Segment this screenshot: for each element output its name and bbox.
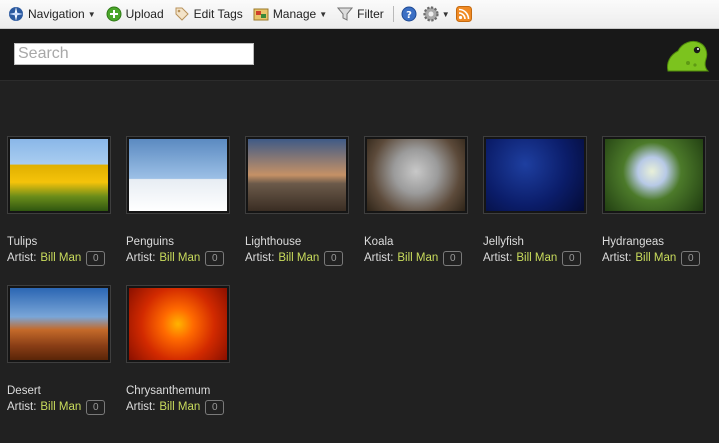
artist-label: Artist: — [245, 252, 275, 264]
photo-gallery: Tulips Artist: Bill Man 0 Penguins Artist: Bil… — [0, 81, 719, 443]
photo-meta: Artist: Bill Man 0 — [602, 250, 714, 266]
artist-label: Artist: — [126, 252, 156, 264]
photo-meta: Artist: Bill Man 0 — [7, 399, 119, 415]
artist-link[interactable]: Bill Man — [40, 250, 81, 266]
svg-text:?: ? — [406, 10, 412, 21]
photo-card[interactable]: Chrysanthemum Artist: Bill Man 0 — [126, 285, 238, 415]
upload-label: Upload — [125, 7, 164, 21]
photo-thumbnail[interactable] — [364, 136, 468, 214]
photo-title[interactable]: Hydrangeas — [602, 235, 714, 249]
add-icon — [106, 6, 122, 22]
photo-card[interactable]: Koala Artist: Bill Man 0 — [364, 136, 476, 266]
photo-meta: Artist: Bill Man 0 — [364, 250, 476, 266]
filter-label: Filter — [357, 7, 384, 21]
hydrangeas-photo — [605, 139, 703, 211]
photo-title[interactable]: Desert — [7, 384, 119, 398]
artist-label: Artist: — [483, 252, 513, 264]
toolbar-divider — [392, 6, 394, 22]
rss-icon — [455, 6, 472, 22]
artist-label: Artist: — [602, 252, 632, 264]
edit-tags-label: Edit Tags — [193, 7, 243, 21]
artist-label: Artist: — [7, 252, 37, 264]
photo-title[interactable]: Penguins — [126, 235, 238, 249]
jellyfish-photo — [486, 139, 584, 211]
help-icon: ? — [401, 6, 417, 22]
artist-label: Artist: — [7, 401, 37, 413]
photo-title[interactable]: Lighthouse — [245, 235, 357, 249]
photo-title[interactable]: Koala — [364, 235, 476, 249]
desert-photo — [10, 288, 108, 360]
app-logo[interactable] — [662, 37, 710, 75]
lighthouse-photo — [248, 139, 346, 211]
gear-icon — [423, 6, 439, 22]
artist-link[interactable]: Bill Man — [635, 250, 676, 266]
chrysanthemum-photo — [129, 288, 227, 360]
artist-label: Artist: — [364, 252, 394, 264]
photo-card[interactable]: Desert Artist: Bill Man 0 — [7, 285, 119, 415]
edit-tags-button[interactable]: Edit Tags — [169, 0, 248, 28]
photo-thumbnail[interactable] — [245, 136, 349, 214]
artist-link[interactable]: Bill Man — [278, 250, 319, 266]
photos-icon — [253, 6, 269, 22]
artist-label: Artist: — [126, 401, 156, 413]
photo-card[interactable]: Jellyfish Artist: Bill Man 0 — [483, 136, 595, 266]
navigation-menu[interactable]: Navigation ▼ — [3, 0, 101, 28]
tulips-photo — [10, 139, 108, 211]
funnel-icon — [337, 6, 354, 22]
photo-meta: Artist: Bill Man 0 — [7, 250, 119, 266]
search-input[interactable] — [14, 43, 254, 65]
filter-button[interactable]: Filter — [332, 0, 389, 28]
chevron-down-icon: ▼ — [441, 9, 450, 19]
artist-link[interactable]: Bill Man — [516, 250, 557, 266]
photo-thumbnail[interactable] — [7, 285, 111, 363]
photo-title[interactable]: Chrysanthemum — [126, 384, 238, 398]
upload-button[interactable]: Upload — [101, 0, 169, 28]
photo-title[interactable]: Jellyfish — [483, 235, 595, 249]
photo-thumbnail[interactable] — [126, 136, 230, 214]
compass-icon — [8, 6, 24, 22]
manage-label: Manage — [272, 7, 317, 21]
photo-thumbnail[interactable] — [483, 136, 587, 214]
comment-count-badge: 0 — [681, 250, 701, 266]
comment-count-badge: 0 — [205, 250, 225, 266]
photo-card[interactable]: Penguins Artist: Bill Man 0 — [126, 136, 238, 266]
comment-count-badge: 0 — [324, 250, 344, 266]
photo-meta: Artist: Bill Man 0 — [126, 399, 238, 415]
navigation-label: Navigation — [28, 7, 85, 21]
chevron-down-icon: ▼ — [87, 9, 96, 19]
help-button[interactable]: ? — [398, 0, 420, 28]
artist-link[interactable]: Bill Man — [397, 250, 438, 266]
photo-card[interactable]: Tulips Artist: Bill Man 0 — [7, 136, 119, 266]
photo-card[interactable]: Lighthouse Artist: Bill Man 0 — [245, 136, 357, 266]
photo-card[interactable]: Hydrangeas Artist: Bill Man 0 — [602, 136, 714, 266]
comment-count-badge: 0 — [443, 250, 463, 266]
comment-count-badge: 0 — [562, 250, 582, 266]
artist-link[interactable]: Bill Man — [159, 399, 200, 415]
photo-meta: Artist: Bill Man 0 — [126, 250, 238, 266]
comment-count-badge: 0 — [86, 399, 106, 415]
chevron-down-icon: ▼ — [319, 9, 328, 19]
artist-link[interactable]: Bill Man — [159, 250, 200, 266]
photo-title[interactable]: Tulips — [7, 235, 119, 249]
comment-count-badge: 0 — [86, 250, 106, 266]
photo-thumbnail[interactable] — [7, 136, 111, 214]
photo-thumbnail[interactable] — [602, 136, 706, 214]
comment-count-badge: 0 — [205, 399, 225, 415]
photo-meta: Artist: Bill Man 0 — [245, 250, 357, 266]
artist-link[interactable]: Bill Man — [40, 399, 81, 415]
manage-menu[interactable]: Manage ▼ — [248, 0, 332, 28]
photo-thumbnail[interactable] — [126, 285, 230, 363]
penguins-photo — [129, 139, 227, 211]
tag-icon — [174, 6, 190, 22]
settings-menu[interactable]: ▼ — [420, 0, 453, 28]
rss-button[interactable] — [453, 0, 475, 28]
toolbar: Navigation ▼ Upload Edit Tags Manage ▼ F… — [0, 0, 719, 29]
header-bar — [0, 29, 719, 81]
photo-meta: Artist: Bill Man 0 — [483, 250, 595, 266]
koala-photo — [367, 139, 465, 211]
